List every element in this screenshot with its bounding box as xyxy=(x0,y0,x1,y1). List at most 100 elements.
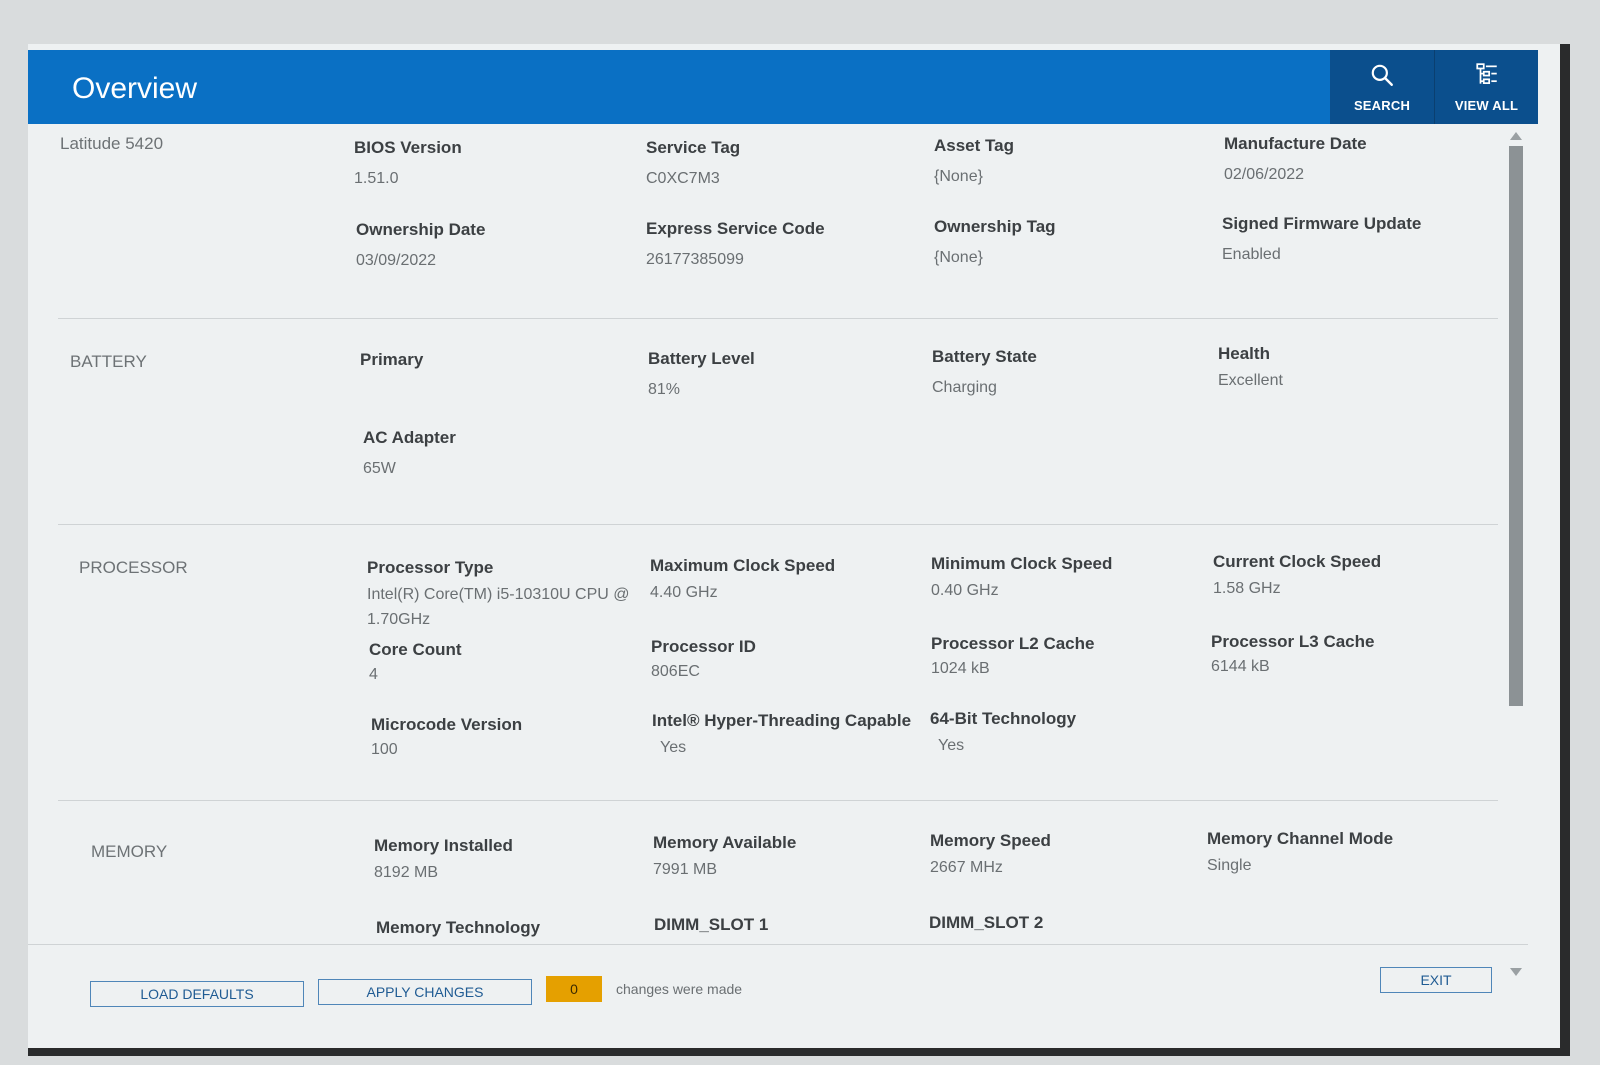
memory-installed-field: Memory Installed 8192 MB xyxy=(374,836,644,885)
field-value: Charging xyxy=(932,379,997,396)
manufacture-date-field: Manufacture Date 02/06/2022 xyxy=(1224,134,1494,187)
battery-section-label: BATTERY xyxy=(70,352,147,371)
field-label: AC Adapter xyxy=(363,428,456,447)
bios-version-field: BIOS Version 1.51.0 xyxy=(354,138,624,191)
memory-technology-field: Memory Technology xyxy=(376,918,646,938)
field-value: 8192 MB xyxy=(374,864,439,881)
field-value: {None} xyxy=(934,249,983,266)
field-label: Processor L2 Cache xyxy=(931,634,1095,653)
field-label: Minimum Clock Speed xyxy=(931,554,1113,573)
page-title: Overview xyxy=(72,72,198,105)
view-all-button[interactable]: VIEW ALL xyxy=(1434,50,1538,124)
section-divider xyxy=(58,318,1498,319)
field-label: Memory Speed xyxy=(930,831,1051,850)
field-value: 6144 kB xyxy=(1211,658,1270,675)
search-button-label: SEARCH xyxy=(1353,97,1411,113)
field-value: 02/06/2022 xyxy=(1224,166,1305,183)
field-label: Battery Level xyxy=(648,349,755,368)
field-value: 1.51.0 xyxy=(354,170,399,187)
field-label: Memory Available xyxy=(653,833,797,852)
ownership-date-field: Ownership Date 03/09/2022 xyxy=(356,220,626,273)
field-label: Health xyxy=(1218,344,1270,363)
field-label: Manufacture Date xyxy=(1224,134,1367,153)
processor-l3-cache-field: Processor L3 Cache 6144 kB xyxy=(1211,632,1481,679)
service-tag-field: Service Tag C0XC7M3 xyxy=(646,138,916,191)
64-bit-technology-field: 64-Bit Technology Yes xyxy=(930,709,1200,758)
signed-firmware-update-field: Signed Firmware Update Enabled xyxy=(1222,214,1492,267)
field-value: Single xyxy=(1207,857,1252,874)
field-value: Yes xyxy=(938,737,965,754)
field-value: Intel(R) Core(TM) i5-10310U CPU @ 1.70GH… xyxy=(367,586,630,628)
dimm-slot-2-field: DIMM_SLOT 2 xyxy=(929,913,1199,933)
field-value: 1.58 GHz xyxy=(1213,580,1281,597)
min-clock-speed-field: Minimum Clock Speed 0.40 GHz xyxy=(931,554,1201,603)
processor-section-label: PROCESSOR xyxy=(79,558,188,577)
search-button[interactable]: SEARCH xyxy=(1330,50,1434,124)
field-label: DIMM_SLOT 2 xyxy=(929,913,1044,932)
field-label: DIMM_SLOT 1 xyxy=(654,915,769,934)
field-value: 0.40 GHz xyxy=(931,582,999,599)
field-label: Asset Tag xyxy=(934,136,1014,155)
processor-type-field: Processor Type Intel(R) Core(TM) i5-1031… xyxy=(367,558,639,632)
overview-content: Latitude 5420 BIOS Version 1.51.0 Servic… xyxy=(28,124,1528,984)
field-label: Signed Firmware Update xyxy=(1222,214,1422,233)
hyper-threading-field: Intel® Hyper-Threading Capable Yes xyxy=(652,711,928,760)
max-clock-speed-field: Maximum Clock Speed 4.40 GHz xyxy=(650,556,920,605)
memory-section-label: MEMORY xyxy=(91,842,168,861)
field-label: Primary xyxy=(360,350,424,369)
ownership-tag-field: Ownership Tag {None} xyxy=(934,217,1204,270)
view-all-button-label: VIEW ALL xyxy=(1454,97,1519,113)
section-divider xyxy=(58,524,1498,525)
dimm-slot-1-field: DIMM_SLOT 1 xyxy=(654,915,924,935)
battery-primary-field: Primary xyxy=(360,350,630,370)
header-bar: Overview SEARCH VIEW ALL xyxy=(28,50,1538,124)
battery-level-field: Battery Level 81% xyxy=(648,349,918,402)
microcode-version-field: Microcode Version 100 xyxy=(371,715,641,762)
field-value: 26177385099 xyxy=(646,251,744,268)
field-value: Enabled xyxy=(1222,246,1281,263)
field-label: Service Tag xyxy=(646,138,741,157)
field-value: 81% xyxy=(648,381,681,398)
field-value: 4.40 GHz xyxy=(650,584,718,601)
list-tree-icon xyxy=(1475,62,1497,84)
field-value: Yes xyxy=(660,739,687,756)
changes-count-badge: 0 xyxy=(546,976,602,1002)
field-label: Current Clock Speed xyxy=(1213,552,1382,571)
field-value: 65W xyxy=(363,460,396,477)
ac-adapter-field: AC Adapter 65W xyxy=(363,428,633,481)
field-value: 4 xyxy=(369,666,378,683)
field-value: 806EC xyxy=(651,663,700,680)
vertical-scrollbar[interactable] xyxy=(1506,128,1526,978)
field-value: C0XC7M3 xyxy=(646,170,720,187)
field-label: Processor Type xyxy=(367,558,494,577)
field-label: Ownership Tag xyxy=(934,217,1056,236)
scrollbar-thumb[interactable] xyxy=(1509,146,1523,706)
field-label: Maximum Clock Speed xyxy=(650,556,836,575)
section-divider xyxy=(58,800,1498,801)
field-value: 03/09/2022 xyxy=(356,252,437,269)
field-label: Microcode Version xyxy=(371,715,523,734)
field-label: Processor L3 Cache xyxy=(1211,632,1375,651)
system-model: Latitude 5420 xyxy=(60,134,164,153)
field-value: 7991 MB xyxy=(653,861,718,878)
scroll-up-arrow-icon[interactable] xyxy=(1510,132,1522,140)
field-label: Processor ID xyxy=(651,637,756,656)
battery-state-field: Battery State Charging xyxy=(932,347,1202,400)
field-label: Intel® Hyper-Threading Capable xyxy=(652,711,912,730)
apply-changes-button[interactable]: APPLY CHANGES xyxy=(318,979,532,1005)
battery-health-field: Health Excellent xyxy=(1218,344,1488,393)
exit-button[interactable]: EXIT xyxy=(1380,967,1492,993)
field-value: 1024 kB xyxy=(931,660,990,677)
field-value: 2667 MHz xyxy=(930,859,1003,876)
field-label: Battery State xyxy=(932,347,1037,366)
processor-id-field: Processor ID 806EC xyxy=(651,637,921,684)
field-label: 64-Bit Technology xyxy=(930,709,1077,728)
load-defaults-button[interactable]: LOAD DEFAULTS xyxy=(90,981,304,1007)
search-icon xyxy=(1371,64,1393,86)
field-label: Core Count xyxy=(369,640,462,659)
express-service-code-field: Express Service Code 26177385099 xyxy=(646,219,916,272)
field-label: Ownership Date xyxy=(356,220,486,239)
memory-available-field: Memory Available 7991 MB xyxy=(653,833,923,882)
field-label: BIOS Version xyxy=(354,138,462,157)
memory-channel-mode-field: Memory Channel Mode Single xyxy=(1207,829,1477,878)
